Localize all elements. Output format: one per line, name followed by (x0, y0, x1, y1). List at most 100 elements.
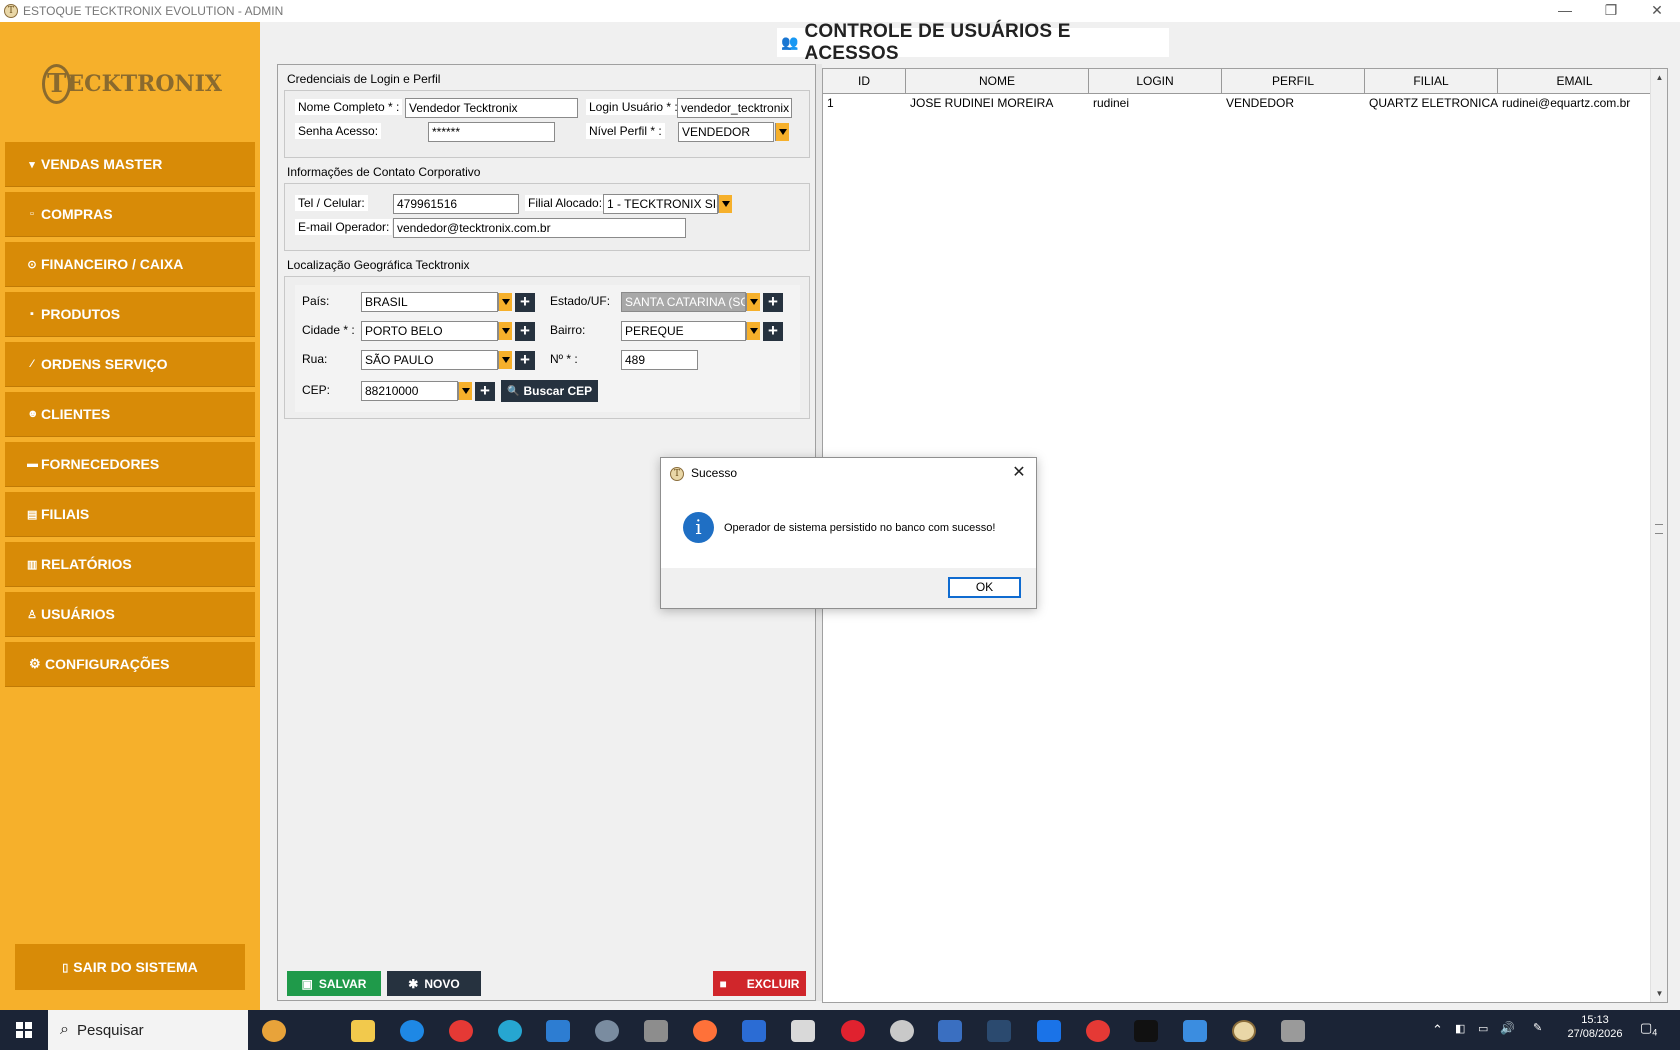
tray-camera-icon[interactable]: ◧ (1455, 1022, 1465, 1035)
sidebar-item-configuracoes[interactable]: ⚙ CONFIGURAÇÕES (5, 642, 255, 687)
sidebar-item-produtos[interactable]: ▪ PRODUTOS (5, 292, 255, 337)
gimp-second-icon[interactable] (1281, 1020, 1305, 1042)
chrome-second-icon[interactable] (1086, 1020, 1110, 1042)
sidebar-item-usuarios[interactable]: ♙ USUÁRIOS (5, 592, 255, 637)
add-district-button[interactable]: + (763, 322, 783, 341)
tray-pen-icon[interactable]: ✎ (1533, 1021, 1542, 1034)
street-dropdown-icon[interactable] (498, 351, 512, 369)
branch-dropdown-icon[interactable] (718, 195, 732, 213)
network-app-icon[interactable] (938, 1020, 962, 1042)
start-button[interactable] (0, 1010, 48, 1050)
district-dropdown-icon[interactable] (746, 322, 760, 340)
edge-icon[interactable] (400, 1020, 424, 1042)
cell-id: 1 (827, 96, 834, 110)
tray-network-icon[interactable]: ▭ (1478, 1022, 1488, 1035)
add-state-button[interactable]: + (763, 293, 783, 312)
column-header-email[interactable]: EMAIL (1498, 69, 1652, 94)
sidebar-item-vendas-master[interactable]: ▾ VENDAS MASTER (5, 142, 255, 187)
utility-app-icon[interactable] (890, 1020, 914, 1042)
sidebar-item-financeiro[interactable]: ⊙ FINANCEIRO / CAIXA (5, 242, 255, 287)
terminal-icon[interactable] (1134, 1020, 1158, 1042)
save-button[interactable]: ▣ SALVAR (287, 971, 381, 996)
district-select[interactable]: PEREQUE (621, 321, 746, 341)
logout-button[interactable]: ▯ SAIR DO SISTEMA (15, 944, 245, 990)
column-header-perfil[interactable]: PERFIL (1222, 69, 1365, 94)
phone-input[interactable]: 479961516 (393, 194, 519, 214)
new-button[interactable]: ✱ NOVO (387, 971, 481, 996)
sql-app-icon[interactable] (987, 1020, 1011, 1042)
city-dropdown-icon[interactable] (498, 322, 512, 340)
sidebar-item-filiais[interactable]: ▤ FILIAIS (5, 492, 255, 537)
sidebar-item-compras[interactable]: ▫ COMPRAS (5, 192, 255, 237)
c-app-icon[interactable] (498, 1020, 522, 1042)
java-app-icon[interactable] (1183, 1020, 1207, 1042)
number-input[interactable]: 489 (621, 350, 698, 370)
search-cep-button[interactable]: 🔍 Buscar CEP (501, 380, 599, 402)
chrome-icon[interactable] (449, 1020, 473, 1042)
box-icon: ▫ (30, 208, 34, 220)
editor-app-icon[interactable] (791, 1020, 815, 1042)
sidebar-item-relatorios[interactable]: ▥ RELATÓRIOS (5, 542, 255, 587)
scroll-grip[interactable] (1655, 524, 1663, 534)
user-icon: ♙ (27, 608, 37, 621)
truck-icon: ▬ (27, 458, 38, 470)
state-dropdown-icon[interactable] (746, 293, 760, 311)
windows-icon (16, 1022, 32, 1038)
opera-icon[interactable] (841, 1020, 865, 1042)
city-select[interactable]: PORTO BELO (361, 321, 498, 341)
ok-button[interactable]: OK (948, 577, 1021, 598)
cep-dropdown-icon[interactable] (458, 382, 472, 400)
add-country-button[interactable]: + (515, 293, 535, 312)
state-select[interactable]: SANTA CATARINA (SC) (621, 292, 746, 312)
gear-icon: ⚙ (29, 656, 41, 671)
file-explorer-icon[interactable] (351, 1020, 375, 1042)
phone-label: Tel / Celular: (295, 195, 368, 211)
email-input[interactable]: vendedor@tecktronix.com.br (393, 218, 686, 238)
country-select[interactable]: BRASIL (361, 292, 498, 312)
add-street-button[interactable]: + (515, 351, 535, 370)
tray-volume-icon[interactable]: 🔊 (1500, 1021, 1515, 1035)
close-icon[interactable]: ✕ (1010, 462, 1028, 482)
profile-dropdown-icon[interactable] (775, 123, 789, 141)
column-header-nome[interactable]: NOME (906, 69, 1089, 94)
password-input[interactable]: ****** (428, 122, 555, 142)
branch-select[interactable]: 1 - TECKTRONIX SISTEMAS (603, 194, 718, 214)
table-row[interactable]: 1 JOSE RUDINEI MOREIRA rudinei VENDEDOR … (823, 94, 1652, 114)
delete-button[interactable]: ■ EXCLUIR (713, 971, 806, 996)
vertical-scrollbar[interactable]: ▲ ▼ (1650, 69, 1667, 1002)
gimp-icon[interactable] (644, 1020, 668, 1042)
sidebar-item-label: FINANCEIRO / CAIXA (41, 256, 184, 272)
profile-select[interactable]: VENDEDOR (678, 122, 774, 142)
scroll-down-icon[interactable]: ▼ (1651, 985, 1668, 1002)
settings-app-icon[interactable] (595, 1020, 619, 1042)
scroll-up-icon[interactable]: ▲ (1651, 69, 1668, 86)
notification-icon[interactable]: ▢4 (1640, 1020, 1657, 1038)
minimize-icon[interactable]: — (1542, 0, 1588, 22)
remote-app-icon[interactable] (1037, 1020, 1061, 1042)
cep-select[interactable]: 88210000 (361, 381, 458, 401)
country-dropdown-icon[interactable] (498, 293, 512, 311)
name-label: Nome Completo * : (295, 99, 403, 115)
column-header-filial[interactable]: FILIAL (1365, 69, 1498, 94)
taskbar-search[interactable]: ⌕ Pesquisar (48, 1010, 248, 1050)
sidebar-item-clientes[interactable]: ☻ CLIENTES (5, 392, 255, 437)
column-header-id[interactable]: ID (823, 69, 906, 94)
tray-clock[interactable]: 15:13 27/08/2026 (1560, 1014, 1630, 1040)
firefox-icon[interactable] (693, 1020, 717, 1042)
save-label: SALVAR (318, 976, 367, 991)
tecktronix-taskbar-icon[interactable] (1232, 1020, 1256, 1042)
tray-chevron-icon[interactable]: ⌃ (1432, 1022, 1443, 1038)
store-icon[interactable] (546, 1020, 570, 1042)
sidebar-item-ordens-servico[interactable]: ⁄ ORDENS SERVIÇO (5, 342, 255, 387)
street-select[interactable]: SÃO PAULO (361, 350, 498, 370)
document-app-icon[interactable] (742, 1020, 766, 1042)
login-input[interactable]: vendedor_tecktronix (677, 98, 792, 118)
name-input[interactable]: Vendedor Tecktronix (405, 98, 578, 118)
add-cep-button[interactable]: + (475, 382, 495, 401)
weather-icon[interactable] (262, 1020, 286, 1042)
add-city-button[interactable]: + (515, 322, 535, 341)
close-window-icon[interactable]: ✕ (1634, 0, 1680, 22)
sidebar-item-fornecedores[interactable]: ▬ FORNECEDORES (5, 442, 255, 487)
column-header-login[interactable]: LOGIN (1089, 69, 1222, 94)
restore-icon[interactable]: ❐ (1588, 0, 1634, 22)
